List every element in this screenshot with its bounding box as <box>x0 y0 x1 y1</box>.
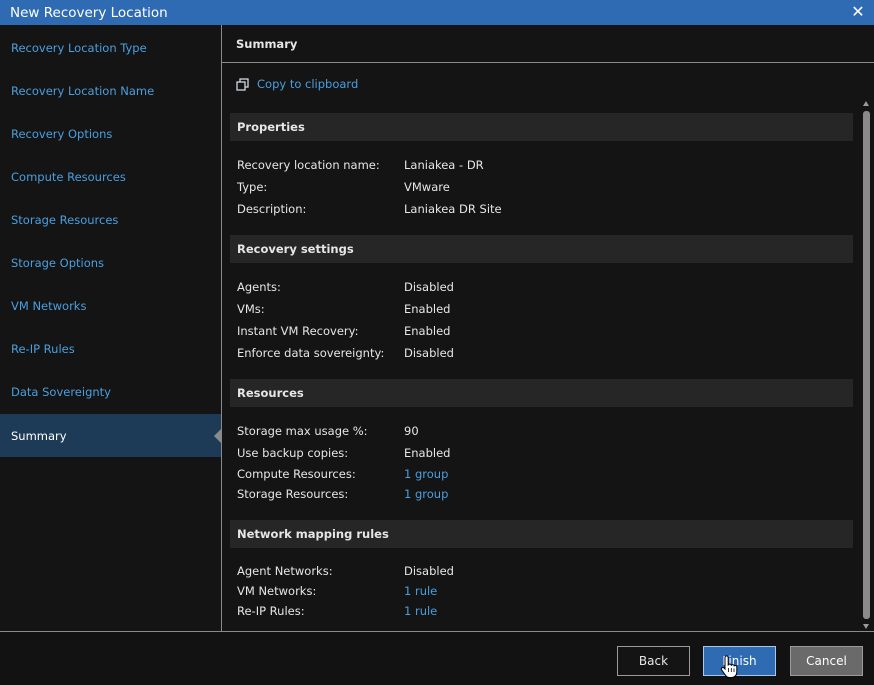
row-label: Enforce data sovereignty: <box>237 346 385 360</box>
summary-row: Recovery location name: Laniakea - DR <box>237 158 837 174</box>
row-value: Enabled <box>404 446 451 460</box>
section-network-mapping-header: Network mapping rules <box>230 520 853 548</box>
row-value: Laniakea - DR <box>404 158 484 172</box>
back-button[interactable]: Back <box>617 646 690 676</box>
sidebar-item-label: Re-IP Rules <box>11 341 75 356</box>
summary-row: Re-IP Rules: 1 rule <box>237 604 837 620</box>
summary-row: Agent Networks: Disabled <box>237 564 837 580</box>
sidebar-item-label: Recovery Location Name <box>11 83 155 98</box>
row-value: Disabled <box>404 564 454 578</box>
summary-row: Storage max usage %: 90 <box>237 424 837 440</box>
re-ip-rules-link[interactable]: 1 rule <box>404 604 437 618</box>
page-title: Summary <box>222 25 874 63</box>
sidebar-item-compute-resources[interactable]: Compute Resources <box>0 155 221 198</box>
close-icon[interactable]: ✕ <box>850 2 866 22</box>
sidebar-item-storage-resources[interactable]: Storage Resources <box>0 198 221 241</box>
summary-row: Description: Laniakea DR Site <box>237 202 837 218</box>
row-label: Type: <box>237 180 268 194</box>
section-resources-header: Resources <box>230 379 853 407</box>
sidebar-item-label: Compute Resources <box>11 169 126 184</box>
row-label: VM Networks: <box>237 584 317 598</box>
summary-row: Type: VMware <box>237 180 837 196</box>
storage-resources-link[interactable]: 1 group <box>404 487 448 501</box>
cancel-button[interactable]: Cancel <box>790 646 863 676</box>
vertical-scrollbar[interactable] <box>859 99 874 631</box>
summary-row: Agents: Disabled <box>237 280 837 296</box>
row-value: 90 <box>404 424 419 438</box>
summary-row: Instant VM Recovery: Enabled <box>237 324 837 340</box>
copy-to-clipboard-label: Copy to clipboard <box>257 77 359 91</box>
summary-row: Enforce data sovereignty: Disabled <box>237 346 837 362</box>
row-label: Description: <box>237 202 307 216</box>
sidebar-item-re-ip-rules[interactable]: Re-IP Rules <box>0 327 221 370</box>
sidebar-item-summary[interactable]: Summary <box>0 414 221 457</box>
row-value: Enabled <box>404 302 451 316</box>
sidebar-item-label: Storage Resources <box>11 212 119 227</box>
row-label: VMs: <box>237 302 265 316</box>
sidebar-item-storage-options[interactable]: Storage Options <box>0 241 221 284</box>
sidebar-item-recovery-location-type[interactable]: Recovery Location Type <box>0 26 221 69</box>
sidebar-item-label: Recovery Location Type <box>11 40 147 55</box>
row-label: Storage max usage %: <box>237 424 368 438</box>
row-label: Agent Networks: <box>237 564 333 578</box>
row-value: Disabled <box>404 346 454 360</box>
sidebar-item-recovery-location-name[interactable]: Recovery Location Name <box>0 69 221 112</box>
sidebar-item-label: Storage Options <box>11 255 105 270</box>
finish-button[interactable]: Finish <box>703 646 776 676</box>
summary-panel: Summary Copy to clipboard Properties Rec… <box>222 25 874 631</box>
section-properties-header: Properties <box>230 113 853 141</box>
section-recovery-settings-header: Recovery settings <box>230 235 853 263</box>
copy-icon <box>236 77 249 91</box>
dialog-footer: Back Finish Cancel <box>0 632 874 685</box>
row-label: Agents: <box>237 280 281 294</box>
row-value: Laniakea DR Site <box>404 202 502 216</box>
summary-row: VM Networks: 1 rule <box>237 584 837 600</box>
wizard-steps-sidebar: Recovery Location Type Recovery Location… <box>0 25 221 631</box>
row-label: Storage Resources: <box>237 487 349 501</box>
row-label: Re-IP Rules: <box>237 604 305 618</box>
copy-to-clipboard-link[interactable]: Copy to clipboard <box>236 77 358 91</box>
sidebar-item-label: Recovery Options <box>11 126 113 141</box>
sidebar-item-label: VM Networks <box>11 298 87 313</box>
scrollbar-thumb[interactable] <box>863 111 870 619</box>
scroll-down-icon[interactable] <box>863 624 869 629</box>
compute-resources-link[interactable]: 1 group <box>404 467 448 481</box>
row-label: Use backup copies: <box>237 446 349 460</box>
row-label: Recovery location name: <box>237 158 380 172</box>
row-value: Disabled <box>404 280 454 294</box>
sidebar-item-recovery-options[interactable]: Recovery Options <box>0 112 221 155</box>
window-title: New Recovery Location <box>10 4 168 21</box>
row-value: Enabled <box>404 324 451 338</box>
row-label: Compute Resources: <box>237 467 356 481</box>
summary-row: VMs: Enabled <box>237 302 837 318</box>
sidebar-item-label: Summary <box>11 428 67 443</box>
summary-row: Compute Resources: 1 group <box>237 467 837 483</box>
scroll-up-icon[interactable] <box>863 101 869 106</box>
vm-networks-link[interactable]: 1 rule <box>404 584 437 598</box>
sidebar-item-vm-networks[interactable]: VM Networks <box>0 284 221 327</box>
title-bar: New Recovery Location ✕ <box>0 0 874 25</box>
summary-row: Use backup copies: Enabled <box>237 446 837 462</box>
sidebar-item-label: Data Sovereignty <box>11 384 111 399</box>
row-value: VMware <box>404 180 450 194</box>
summary-row: Storage Resources: 1 group <box>237 487 837 503</box>
sidebar-item-data-sovereignty[interactable]: Data Sovereignty <box>0 370 221 413</box>
row-label: Instant VM Recovery: <box>237 324 359 338</box>
